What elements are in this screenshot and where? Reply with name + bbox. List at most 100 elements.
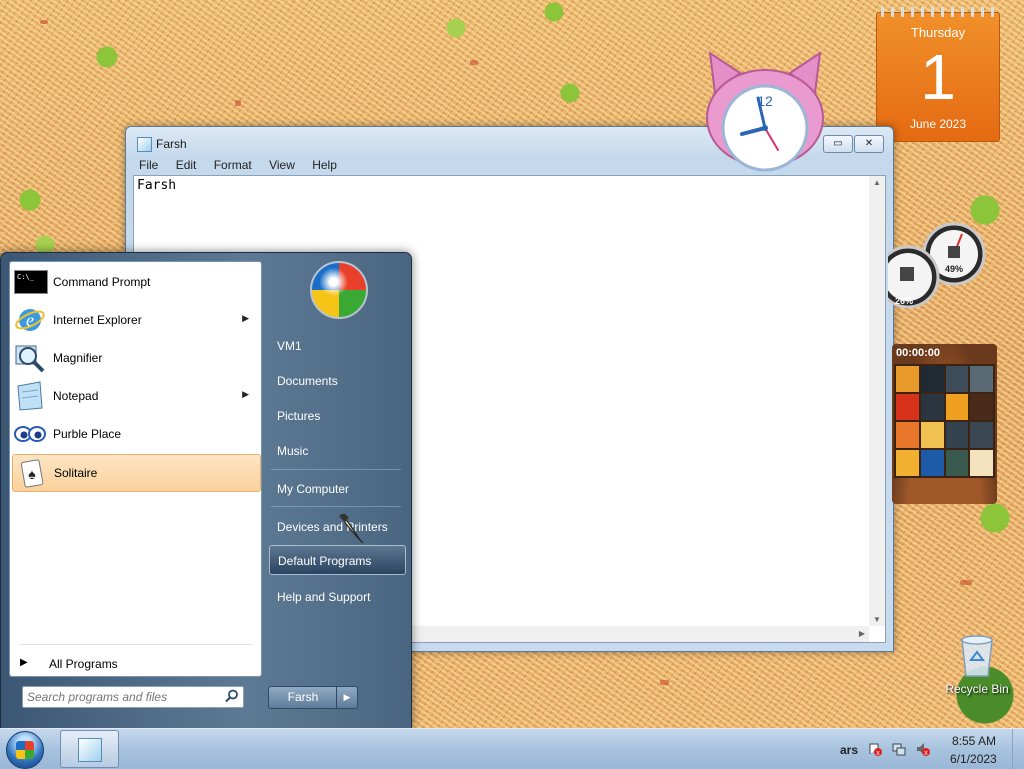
program-label: Solitaire [54, 466, 98, 480]
network-icon[interactable] [892, 742, 906, 756]
recycle-bin-icon [961, 635, 993, 677]
picture-puzzle-gadget[interactable]: 00:00:00 [892, 344, 997, 504]
wallpaper-detail [40, 20, 48, 24]
recycle-bin-label: Recycle Bin [945, 682, 1009, 696]
menu-edit[interactable]: Edit [169, 156, 204, 174]
links-separator [271, 469, 401, 470]
clock-gadget[interactable]: 12 [700, 48, 830, 178]
link-label: Pictures [277, 409, 321, 423]
shutdown-options-arrow-icon[interactable]: ▶ [336, 686, 358, 709]
editor-content[interactable]: Farsh [137, 178, 176, 193]
action-center-icon[interactable]: x [868, 742, 882, 756]
link-help-and-support[interactable]: Help and Support [269, 582, 404, 610]
puzzle-tile[interactable] [945, 422, 969, 448]
menu-format[interactable]: Format [207, 156, 259, 174]
link-label: Help and Support [277, 590, 371, 604]
programs-divider [20, 644, 252, 645]
program-label: Purble Place [53, 427, 122, 441]
search-input[interactable] [27, 689, 217, 704]
svg-text:♠: ♠ [28, 466, 36, 482]
submenu-arrow-icon[interactable]: ▶ [242, 389, 249, 400]
puzzle-tile[interactable] [970, 394, 993, 420]
all-programs-button[interactable]: ▶ All Programs [20, 652, 252, 674]
puzzle-tile[interactable] [920, 450, 944, 476]
puzzle-tile[interactable] [896, 422, 919, 448]
scroll-down-icon[interactable]: ▼ [873, 615, 881, 624]
search-icon[interactable] [225, 689, 239, 703]
svg-text:x: x [924, 750, 928, 756]
cpu-meter-gadget[interactable]: 49% 26% [888, 222, 986, 312]
wallpaper-detail [235, 100, 241, 106]
start-button[interactable] [6, 731, 44, 769]
puzzle-tile[interactable] [896, 450, 919, 476]
link-devices-and-printers[interactable]: Devices and Printers [269, 512, 404, 540]
puzzle-tile[interactable] [945, 450, 969, 476]
program-purble-place[interactable]: Purble Place [12, 416, 259, 452]
calendar-weekday: Thursday [910, 25, 966, 40]
calendar-gadget[interactable]: Thursday 1 June 2023 [876, 7, 1000, 142]
shutdown-button[interactable]: Farsh [268, 686, 338, 709]
link-label: Default Programs [278, 554, 372, 568]
svg-text:x: x [876, 750, 880, 756]
program-label: Magnifier [53, 351, 103, 365]
taskbar-notepad-button[interactable] [60, 730, 119, 768]
puzzle-tile[interactable] [945, 366, 969, 392]
puzzle-tile[interactable] [945, 394, 969, 420]
taskbar-time[interactable]: 8:55 AM [952, 734, 996, 748]
puzzle-tile[interactable] [970, 422, 993, 448]
link-music[interactable]: Music [269, 436, 404, 464]
puzzle-tile[interactable] [970, 450, 993, 476]
link-label: Devices and Printers [277, 520, 388, 534]
calendar-rings [881, 7, 995, 17]
calendar-day-number: 1 [920, 41, 956, 113]
submenu-arrow-icon[interactable]: ▶ [242, 313, 249, 324]
scroll-right-icon[interactable]: ▶ [859, 629, 865, 638]
puzzle-tile[interactable] [920, 394, 944, 420]
program-magnifier[interactable]: Magnifier [12, 340, 259, 376]
link-documents[interactable]: Documents [269, 366, 404, 394]
taskbar: ars x x 8:55 AM 6/1/2023 [0, 728, 1024, 769]
puzzle-tile[interactable] [920, 422, 944, 448]
puzzle-tile[interactable] [920, 366, 944, 392]
command-prompt-icon: C:\_ [14, 270, 48, 294]
program-label: Notepad [53, 389, 99, 403]
all-programs-label: All Programs [49, 657, 118, 671]
taskbar-date[interactable]: 6/1/2023 [950, 752, 997, 766]
menu-view[interactable]: View [262, 156, 302, 174]
link-default-programs[interactable]: Default Programs [269, 545, 406, 575]
expand-arrow-icon: ▶ [20, 657, 28, 668]
windows-logo-icon [16, 741, 34, 759]
notepad-title-icon [137, 137, 152, 152]
window-title: Farsh [156, 137, 187, 151]
puzzle-grid [894, 364, 995, 478]
puzzle-tile[interactable] [970, 366, 993, 392]
menu-bar: File Edit Format View Help [132, 156, 344, 174]
program-internet-explorer[interactable]: e Internet Explorer ▶ [12, 302, 259, 338]
vertical-scrollbar[interactable]: ▲ ▼ [869, 176, 885, 626]
link-label: Documents [277, 374, 338, 388]
memory-percent: 49% [945, 264, 963, 274]
cpu-percent: 26% [895, 296, 913, 306]
close-button[interactable]: ✕ [854, 135, 884, 153]
program-solitaire[interactable]: ♠ Solitaire [12, 454, 261, 492]
program-command-prompt[interactable]: C:\_ Command Prompt [12, 264, 259, 300]
link-my-computer[interactable]: My Computer [269, 474, 404, 502]
puzzle-tile[interactable] [896, 366, 919, 392]
scroll-up-icon[interactable]: ▲ [873, 178, 881, 187]
program-label: Command Prompt [53, 275, 151, 289]
wallpaper-detail [960, 580, 972, 585]
volume-muted-icon[interactable]: x [916, 742, 930, 756]
link-vm1[interactable]: VM1 [269, 331, 404, 359]
puzzle-tile[interactable] [896, 394, 919, 420]
link-label: My Computer [277, 482, 350, 496]
menu-file[interactable]: File [132, 156, 165, 174]
link-pictures[interactable]: Pictures [269, 401, 404, 429]
show-desktop-button[interactable] [1012, 729, 1024, 769]
program-notepad[interactable]: Notepad ▶ [12, 378, 259, 414]
language-indicator[interactable]: ars [840, 743, 858, 757]
start-menu[interactable]: C:\_ Command Prompt e Internet Explorer … [0, 252, 412, 730]
internet-explorer-icon: e [14, 304, 46, 336]
menu-help[interactable]: Help [305, 156, 344, 174]
search-box[interactable] [22, 686, 244, 708]
recycle-bin[interactable]: Recycle Bin [942, 630, 1012, 700]
